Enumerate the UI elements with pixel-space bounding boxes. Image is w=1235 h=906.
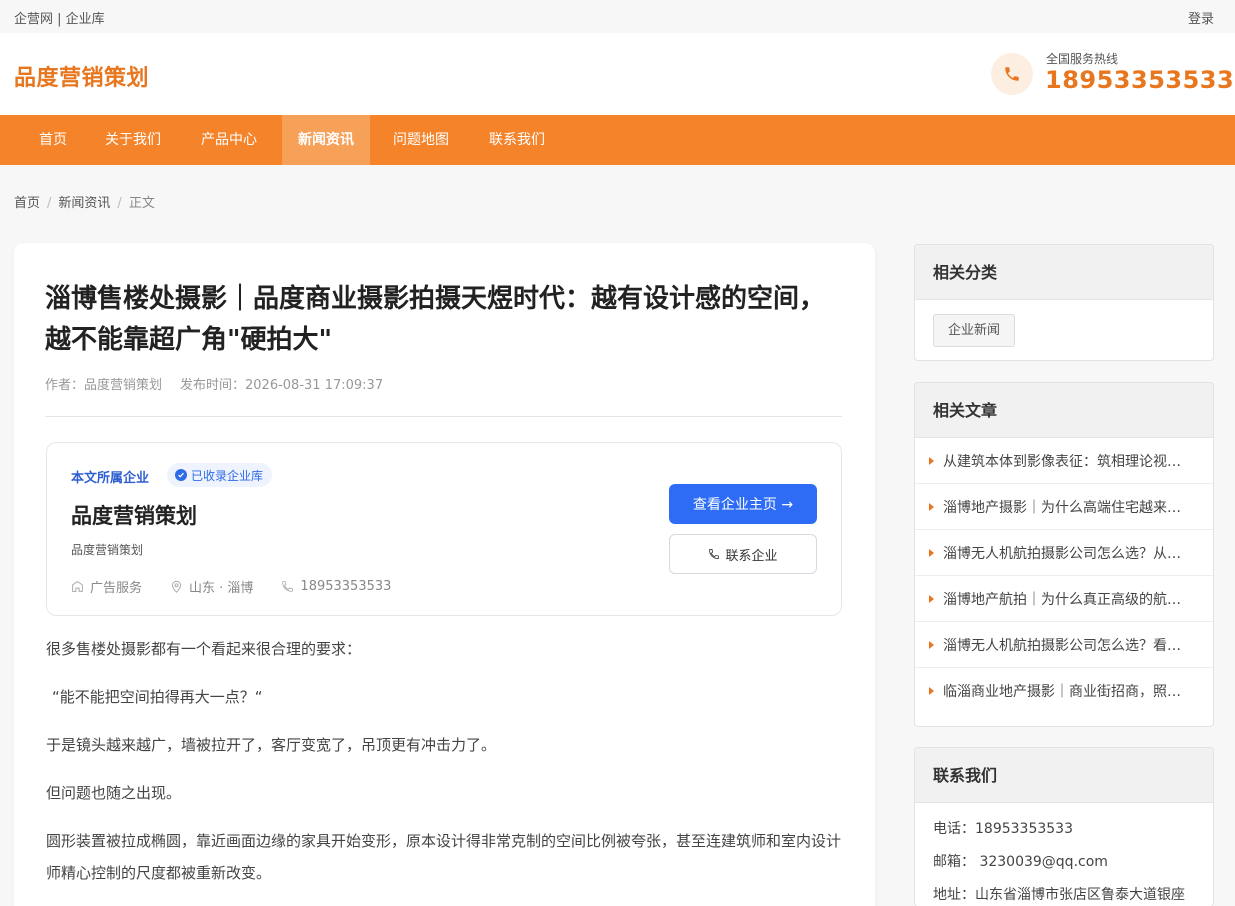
related-articles-list: 从建筑本体到影像表征：筑相理论视角下的淄博建筑摄影 淄博地产摄影｜为什么高端住宅… (915, 438, 1213, 714)
category-tag[interactable]: 企业新闻 (933, 314, 1016, 347)
breadcrumb-home[interactable]: 首页 (14, 196, 40, 211)
related-article-title: 淄博地产航拍｜为什么真正高级的航拍是克制的 (943, 591, 1193, 608)
phone-icon (991, 53, 1033, 95)
related-article-title: 淄博无人机航拍摄影公司怎么选？从项目需求出发 (943, 545, 1193, 562)
company-card-label: 本文所属企业 (71, 471, 150, 486)
company-industry: 广告服务 (71, 577, 142, 596)
company-phone: 18953353533 (281, 579, 391, 594)
top-bar: 企营网 | 企业库 登录 (0, 0, 1235, 33)
check-icon (175, 469, 187, 481)
categories-title: 相关分类 (915, 245, 1213, 300)
company-phone-text: 18953353533 (300, 579, 392, 594)
nav-item-products[interactable]: 产品中心 (188, 115, 270, 165)
contact-company-label: 联系企业 (725, 548, 778, 564)
triangle-bullet-icon (929, 502, 934, 511)
article-publish-time: 发布时间：2026-08-31 17:09:37 (180, 378, 384, 393)
contact-company-button[interactable]: 联系企业 (669, 534, 817, 574)
contact-address: 地址：山东省淄博市张店区鲁泰大道银座 (933, 887, 1185, 903)
logo[interactable]: 品度营销策划 (14, 60, 149, 92)
contact-email: 邮箱： 3230039@qq.com (933, 854, 1108, 870)
main-nav: 首页 关于我们 产品中心 新闻资讯 问题地图 联系我们 (0, 115, 1235, 165)
site-link[interactable]: 企营网 | 企业库 (14, 8, 105, 27)
related-articles-card: 相关文章 从建筑本体到影像表征：筑相理论视角下的淄博建筑摄影 淄博地产摄影｜为什… (914, 382, 1214, 727)
company-location: 山东 · 淄博 (170, 577, 253, 596)
contact-card: 联系我们 电话：18953353533 邮箱： 3230039@qq.com 地… (914, 747, 1214, 906)
breadcrumb-news[interactable]: 新闻资讯 (58, 196, 110, 211)
related-article-item[interactable]: 临淄商业地产摄影｜商业街招商，照片比你想象的更重要 (915, 668, 1213, 714)
building-icon (72, 581, 83, 592)
login-link[interactable]: 登录 (1188, 8, 1214, 27)
related-article-title: 从建筑本体到影像表征：筑相理论视角下的淄博建筑摄影 (943, 453, 1193, 470)
breadcrumb-separator: / (117, 196, 122, 211)
location-pin-icon (171, 580, 182, 593)
article-author: 作者：品度营销策划 (45, 378, 163, 393)
related-article-item[interactable]: 从建筑本体到影像表征：筑相理论视角下的淄博建筑摄影 (915, 438, 1213, 484)
company-name: 品度营销策划 (71, 504, 197, 528)
breadcrumb-separator: / (47, 196, 52, 211)
company-card: 本文所属企业 已收录企业库 品度营销策划 品度营销策划 广告服务 山东 · 淄博… (46, 442, 842, 616)
contact-title: 联系我们 (915, 748, 1213, 803)
related-article-item[interactable]: 淄博地产航拍｜为什么真正高级的航拍是克制的 (915, 576, 1213, 622)
related-article-title: 淄博地产摄影｜为什么高端住宅越来越重视样板间摄影 (943, 499, 1193, 516)
article-card: 淄博售楼处摄影｜品度商业摄影拍摄天煜时代：越有设计感的空间，越不能靠超广角"硬拍… (14, 243, 875, 906)
nav-item-faq-map[interactable]: 问题地图 (380, 115, 462, 165)
article-paragraph: 于是镜头越来越广，墙被拉开了，客厅变宽了，吊顶更有冲击力了。 (46, 736, 497, 754)
article-paragraph: 圆形装置被拉成椭圆，靠近画面边缘的家具开始变形，原本设计得非常克制的空间比例被夸… (46, 832, 842, 882)
divider (45, 416, 842, 417)
article-paragraph: 很多售楼处摄影都有一个看起来很合理的要求： (46, 640, 362, 658)
triangle-bullet-icon (929, 456, 934, 465)
nav-item-home[interactable]: 首页 (24, 115, 82, 165)
article-body: 很多售楼处摄影都有一个看起来很合理的要求： “能不能把空间拍得再大一点？“ 于是… (46, 633, 846, 905)
triangle-bullet-icon (929, 594, 934, 603)
triangle-bullet-icon (929, 548, 934, 557)
contact-body: 电话：18953353533 邮箱： 3230039@qq.com 地址：山东省… (915, 803, 1213, 906)
company-location-text: 山东 · 淄博 (189, 581, 254, 596)
nav-item-news[interactable]: 新闻资讯 (282, 115, 370, 165)
phone-icon (282, 581, 294, 592)
header: 品度营销策划 全国服务热线 18953353533 (0, 33, 1235, 115)
company-subname: 品度营销策划 (71, 543, 144, 557)
article-title: 淄博售楼处摄影｜品度商业摄影拍摄天煜时代：越有设计感的空间，越不能靠超广角"硬拍… (45, 284, 826, 355)
contact-phone: 电话：18953353533 (933, 821, 1073, 837)
related-article-item[interactable]: 淄博地产摄影｜为什么高端住宅越来越重视样板间摄影 (915, 484, 1213, 530)
breadcrumb-current: 正文 (128, 196, 155, 211)
breadcrumb: 首页 / 新闻资讯 / 正文 (14, 192, 155, 211)
hotline-label: 全国服务热线 (1046, 52, 1119, 66)
article-paragraph: 但问题也随之出现。 (46, 784, 182, 802)
company-facts: 广告服务 山东 · 淄博 18953353533 (71, 577, 419, 596)
related-articles-title: 相关文章 (915, 383, 1213, 438)
triangle-bullet-icon (929, 640, 934, 649)
nav-item-about[interactable]: 关于我们 (92, 115, 174, 165)
hotline-number: 18953353533 (1045, 66, 1235, 94)
article-paragraph: “能不能把空间拍得再大一点？“ (52, 688, 263, 706)
company-industry-text: 广告服务 (90, 581, 143, 596)
triangle-bullet-icon (929, 687, 934, 695)
nav-item-contact[interactable]: 联系我们 (476, 115, 558, 165)
verified-badge-text: 已收录企业库 (191, 468, 264, 483)
categories-card: 相关分类 企业新闻 (914, 244, 1214, 361)
related-article-item[interactable]: 淄博无人机航拍摄影公司怎么选？从项目需求出发 (915, 530, 1213, 576)
related-article-title: 淄博无人机航拍摄影公司怎么选？看这几点就够了 (943, 637, 1193, 654)
phone-icon (709, 549, 720, 559)
article-meta: 作者：品度营销策划 发布时间：2026-08-31 17:09:37 (45, 374, 383, 393)
view-company-button[interactable]: 查看企业主页 → (669, 484, 817, 524)
verified-badge: 已收录企业库 (167, 463, 273, 487)
related-article-title: 临淄商业地产摄影｜商业街招商，照片比你想象的更重要 (943, 684, 1193, 700)
related-article-item[interactable]: 淄博无人机航拍摄影公司怎么选？看这几点就够了 (915, 622, 1213, 668)
